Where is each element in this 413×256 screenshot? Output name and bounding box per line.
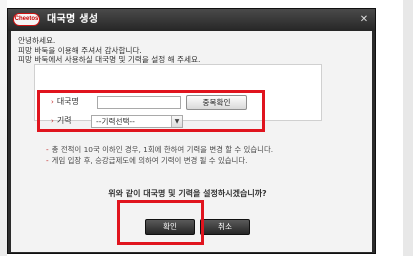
bullet-icon: - [46,145,49,154]
note-text: 게임 입장 후, 승강급제도에 의하여 기력이 변경 될 수 있습니다. [51,156,248,165]
note-item: - 게임 입장 후, 승강급제도에 의하여 기력이 변경 될 수 있습니다. [46,155,273,166]
background-right-strip [403,0,413,256]
dialog-title: 대국명 생성 [47,14,99,25]
intro-line-2: 피망 바둑을 이용해 주셔서 감사합니다. [18,45,142,55]
background-left-strip [0,0,7,256]
confirm-question: 위와 같이 대국명 및 기력을 설정하시겠습니까? [108,189,267,198]
highlight-box-ok [117,200,204,245]
notes: -총 전적이 10국 이하인 경우, 1회에 한하여 기력을 변경 할 수 있습… [46,144,273,166]
bullet-icon: - [46,156,49,165]
highlight-box-form [37,90,265,132]
note-text: 총 전적이 10국 이하인 경우, 1회에 한하여 기력을 변경 할 수 있습니… [51,145,274,154]
intro-text: 안녕하세요. 피망 바둑을 이용해 주셔서 감사합니다. 피망 바둑에서 사용하… [18,36,200,65]
intro-line-1: 안녕하세요. [18,36,56,45]
note-item: -총 전적이 10국 이하인 경우, 1회에 한하여 기력을 변경 할 수 있습… [46,144,273,155]
app-logo: Cheetos [13,13,40,26]
dialog-titlebar: Cheetos 대국명 생성 ✕ [8,9,375,31]
close-icon[interactable]: ✕ [358,14,370,26]
cancel-button[interactable]: 취소 [200,219,250,235]
